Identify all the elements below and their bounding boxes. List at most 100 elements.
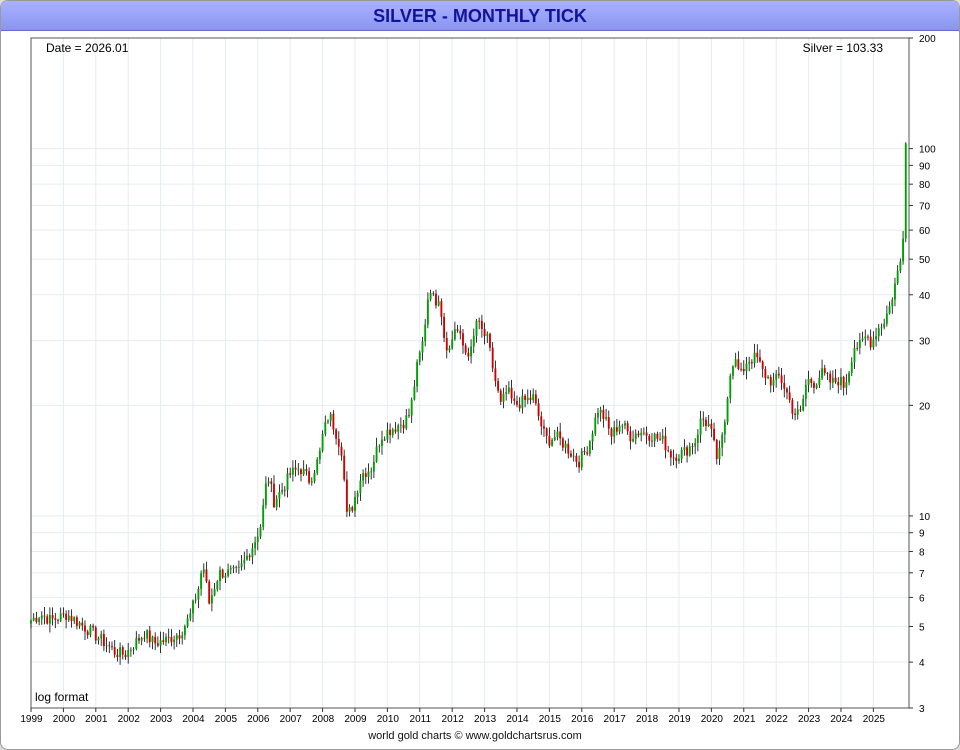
month-price-bar (383, 439, 386, 441)
x-tick-label: 2020 (701, 714, 724, 725)
month-price-bar (831, 377, 834, 383)
month-price-bar (378, 446, 381, 447)
month-price-bar (540, 416, 543, 427)
month-price-bar (251, 548, 254, 558)
month-price-bar (837, 381, 840, 386)
month-price-bar (721, 434, 724, 448)
x-axis-ticks: 1999 2000 2001 2002 2003 2004 2005 2006 2007 2008… (20, 708, 885, 725)
month-price-bar (715, 439, 718, 460)
month-price-bar (148, 630, 151, 643)
month-price-bar (448, 348, 451, 351)
month-price-bar (84, 625, 86, 632)
month-price-bar (143, 637, 146, 639)
month-price-bar (94, 627, 97, 641)
x-tick-label: 2003 (150, 714, 173, 725)
month-price-bar (119, 647, 122, 658)
y-tick-label: 10 (919, 512, 931, 523)
month-price-bar (745, 363, 748, 372)
month-price-bar (348, 507, 351, 512)
month-price-bar (753, 352, 756, 364)
month-price-bar (564, 443, 567, 448)
month-price-bar (329, 413, 332, 421)
scale-note: log format (35, 690, 89, 704)
month-price-bar (804, 384, 807, 400)
month-price-bar (73, 617, 76, 622)
month-price-bar (256, 536, 259, 543)
month-price-bar (615, 427, 618, 432)
month-price-bar (718, 447, 721, 460)
month-price-bar (367, 471, 370, 477)
month-price-bar (867, 336, 869, 338)
month-price-bar (308, 471, 311, 483)
plot-area (30, 37, 910, 709)
y-tick-label: 50 (919, 255, 931, 266)
month-price-bar (424, 324, 427, 342)
month-price-bar (597, 412, 599, 418)
month-price-bar (634, 433, 637, 440)
month-price-bar (75, 617, 78, 626)
month-price-bar (578, 461, 581, 468)
month-price-bar (237, 567, 240, 568)
month-price-bar (494, 368, 497, 382)
month-price-bar (248, 555, 251, 558)
month-price-bar (246, 555, 248, 560)
month-price-bar (799, 409, 802, 411)
month-price-bar (507, 387, 510, 393)
month-price-bar (896, 270, 899, 284)
month-price-bar (510, 387, 513, 399)
price-bars-layer (30, 142, 907, 665)
month-price-bar (221, 569, 224, 578)
x-tick-label: 2021 (733, 714, 756, 725)
month-price-bar (637, 433, 640, 436)
month-price-bar (165, 636, 167, 643)
month-price-bar (86, 631, 89, 636)
month-price-bar (553, 437, 556, 440)
y-tick-label: 100 (919, 145, 936, 156)
x-tick-label: 2016 (571, 714, 594, 725)
x-tick-label: 2023 (798, 714, 821, 725)
month-price-bar (38, 618, 41, 622)
month-price-bar (750, 362, 753, 364)
y-tick-label: 6 (919, 593, 925, 604)
month-price-bar (437, 301, 440, 306)
month-price-bar (310, 481, 313, 483)
x-tick-label: 2007 (280, 714, 303, 725)
month-price-bar (588, 441, 591, 454)
month-price-bar (189, 613, 192, 619)
month-price-bar (108, 645, 111, 647)
month-price-bar (175, 635, 178, 640)
month-price-bar (48, 615, 51, 624)
month-price-bar (678, 458, 680, 462)
month-price-bar (829, 373, 832, 383)
month-price-bar (813, 382, 815, 388)
x-tick-label: 2018 (636, 714, 659, 725)
price-readout: Silver = 103.33 (803, 41, 884, 55)
month-price-bar (259, 526, 262, 537)
month-price-bar (775, 373, 778, 380)
month-price-bar (532, 394, 535, 401)
chart-frame: SILVER - MONTHLY TICK 3 4 5 6 7 8 9 10 20 30 40 50 6… (0, 0, 960, 750)
month-price-bar (683, 447, 686, 450)
month-price-bar (491, 347, 494, 369)
month-price-bar (834, 377, 837, 382)
month-price-bar (316, 459, 319, 473)
month-price-bar (102, 634, 105, 646)
month-price-bar (807, 378, 810, 385)
month-price-bar (264, 483, 267, 506)
month-price-bar (856, 347, 859, 349)
month-price-bar (651, 440, 653, 442)
grid-layer (31, 38, 909, 708)
month-price-bar (62, 613, 65, 615)
month-price-bar (624, 423, 626, 426)
y-tick-label: 70 (919, 201, 931, 212)
month-price-bar (440, 301, 443, 317)
month-price-bar (853, 347, 856, 363)
month-price-bar (545, 428, 548, 436)
x-tick-label: 2025 (863, 714, 886, 725)
month-price-bar (780, 375, 783, 384)
month-price-bar (313, 472, 316, 482)
month-price-bar (227, 569, 230, 576)
month-price-bar (100, 634, 103, 639)
month-price-bar (421, 341, 424, 353)
month-price-bar (70, 615, 73, 622)
